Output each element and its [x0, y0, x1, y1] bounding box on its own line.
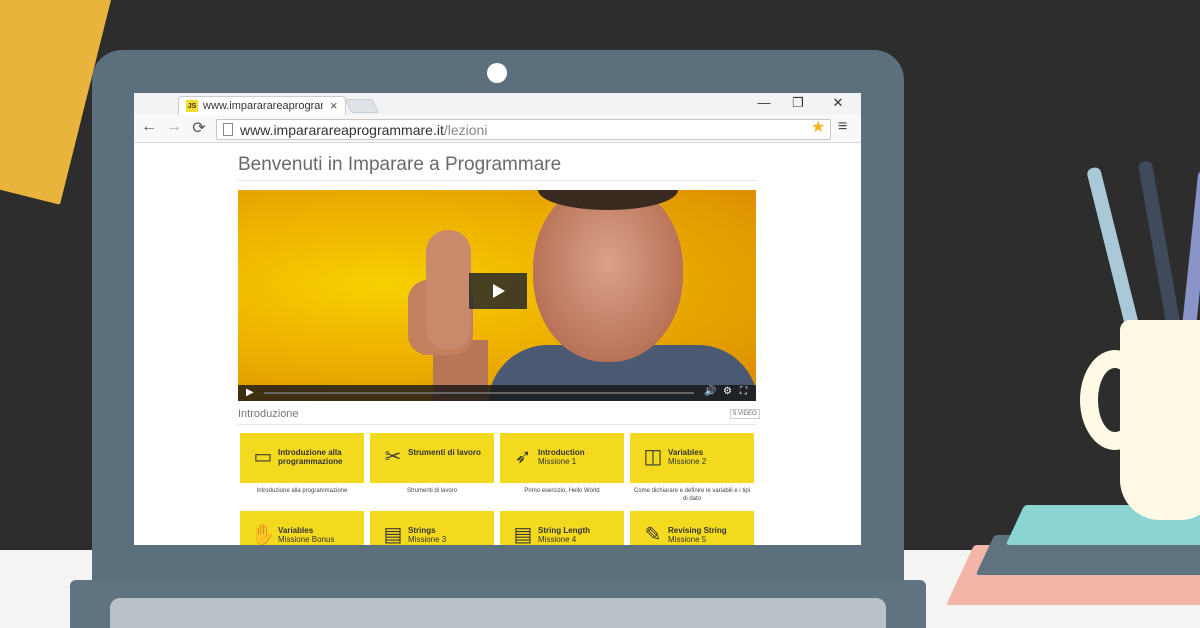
lesson-card-tile[interactable]: ◫ Variables Missione 2 [630, 433, 754, 483]
lesson-card-sublabel: Missione 3 [408, 535, 447, 544]
tab-title: www.impararareaprogramm [203, 100, 323, 112]
page-viewport: Benvenuti in Imparare a Programmare ▶ 🔊 … [134, 144, 861, 545]
reload-icon[interactable]: ⟳ [190, 118, 208, 138]
url-text: www.impararareaprogrammare.it/lezioni [240, 122, 487, 138]
forward-arrow-icon[interactable]: → [165, 118, 183, 136]
lesson-card-tile[interactable]: ✎ Revising String Missione 5 [630, 511, 754, 545]
lesson-card-label: Introduction [538, 448, 585, 457]
rocket-icon: ➶ [514, 446, 532, 468]
lesson-card[interactable]: ▤ String Length Missione 4 [500, 511, 624, 545]
lesson-card-sublabel: Missione 1 [538, 457, 577, 466]
cup-icon: ◫ [643, 446, 663, 468]
video-thumb-up [426, 230, 471, 350]
lesson-card-tile[interactable]: ✂ Strumenti di lavoro [370, 433, 494, 483]
url-path: /lezioni [443, 122, 488, 138]
laptop-keyboard-deck [110, 598, 886, 628]
lesson-card-sublabel: Missione 4 [538, 535, 577, 544]
lesson-card[interactable]: ◫ Variables Missione 2 Come dichiarare e de… [630, 433, 754, 503]
minimize-icon[interactable]: — [754, 95, 774, 110]
lesson-card-tile[interactable]: ▭ Introduzione alla programmazione [240, 433, 364, 483]
video-person-face [533, 190, 683, 362]
lesson-card-description: Primo esercizio, Hello World [524, 488, 600, 494]
lesson-card[interactable]: ✂ Strumenti di lavoro Strumenti di lavoro [370, 433, 494, 495]
browser-window-icon: ▭ [253, 446, 273, 468]
lesson-card-tile[interactable]: ▤ Strings Missione 3 [370, 511, 494, 545]
new-tab-button[interactable] [344, 99, 380, 113]
lesson-card-sublabel: programmazione [278, 457, 343, 466]
lesson-card-label: Variables [278, 526, 314, 535]
lesson-card-label: Strings [408, 526, 436, 535]
lesson-card-tile[interactable]: ▤ String Length Missione 4 [500, 511, 624, 545]
fullscreen-icon[interactable]: ⛶ [740, 386, 747, 397]
lesson-card-sublabel: Missione 5 [668, 535, 707, 544]
handshake-icon: ✋ [250, 524, 276, 545]
lesson-card-description: Come dichiarare e definire le variabili … [633, 488, 751, 502]
document-icon: ▤ [383, 524, 403, 545]
ruler-document-icon: ▤ [513, 524, 533, 545]
bookmark-star-icon[interactable]: ★ [811, 117, 825, 137]
menu-icon[interactable]: ≡ [838, 118, 847, 136]
tools-icon: ✂ [384, 446, 402, 468]
title-divider [238, 180, 756, 181]
tab-bar: JS www.impararareaprogramm × — ❐ ✕ [134, 93, 861, 115]
lesson-card[interactable]: ✎ Revising String Missione 5 [630, 511, 754, 545]
lesson-card[interactable]: ▤ Strings Missione 3 [370, 511, 494, 545]
video-count-badge: 5 VIDEO [730, 409, 760, 419]
lesson-card[interactable]: ✋ Variables Missione Bonus [240, 511, 364, 545]
play-icon[interactable]: ▶ [246, 387, 254, 398]
lesson-card-tile[interactable]: ✋ Variables Missione Bonus [240, 511, 364, 545]
lesson-card-description: Strumenti di lavoro [406, 488, 458, 494]
video-controls: ▶ 🔊 ⚙ ⛶ [238, 385, 756, 401]
browser-window: JS www.impararareaprogramm × — ❐ ✕ ← → ⟳… [134, 93, 861, 545]
lesson-card-label: Revising String [668, 526, 727, 535]
js-favicon-icon: JS [186, 100, 198, 112]
volume-icon[interactable]: 🔊 [704, 386, 716, 397]
address-bar[interactable]: www.impararareaprogrammare.it/lezioni [216, 119, 831, 140]
page-icon [223, 123, 233, 136]
back-arrow-icon[interactable]: ← [140, 118, 158, 136]
browser-tab[interactable]: JS www.impararareaprogramm × [178, 96, 346, 115]
play-button[interactable] [469, 273, 527, 309]
lesson-card-label: Introduzione alla [278, 448, 342, 457]
lesson-card-sublabel: Missione 2 [668, 457, 707, 466]
lesson-card[interactable]: ➶ Introduction Missione 1 Primo esercizio, … [500, 433, 624, 495]
settings-gear-icon[interactable]: ⚙ [723, 386, 732, 397]
section-divider [238, 424, 756, 425]
tab-close-icon[interactable]: × [330, 98, 338, 113]
url-host: www.impararareaprogrammare.it [240, 122, 444, 138]
video-player[interactable]: ▶ 🔊 ⚙ ⛶ [238, 190, 756, 401]
lesson-card-description: Introduzione alla programmazione [256, 488, 348, 494]
section-title: Introduzione [238, 408, 299, 420]
lesson-card-label: String Length [538, 526, 590, 535]
page-title: Benvenuti in Imparare a Programmare [238, 154, 562, 175]
video-progress-bar[interactable] [264, 392, 694, 394]
lesson-card-sublabel: Missione Bonus [278, 535, 335, 544]
lesson-card-label: Strumenti di lavoro [408, 448, 481, 457]
lesson-card[interactable]: ▭ Introduzione alla programmazione Introduz… [240, 433, 364, 495]
browser-toolbar: ← → ⟳ www.impararareaprogrammare.it/lezi… [134, 115, 861, 143]
mug [1120, 320, 1200, 520]
lesson-card-label: Variables [668, 448, 704, 457]
lesson-card-tile[interactable]: ➶ Introduction Missione 1 [500, 433, 624, 483]
edit-document-icon: ✎ [644, 524, 662, 545]
close-icon[interactable]: ✕ [828, 95, 848, 111]
restore-icon[interactable]: ❐ [788, 95, 808, 111]
webcam [487, 63, 507, 83]
